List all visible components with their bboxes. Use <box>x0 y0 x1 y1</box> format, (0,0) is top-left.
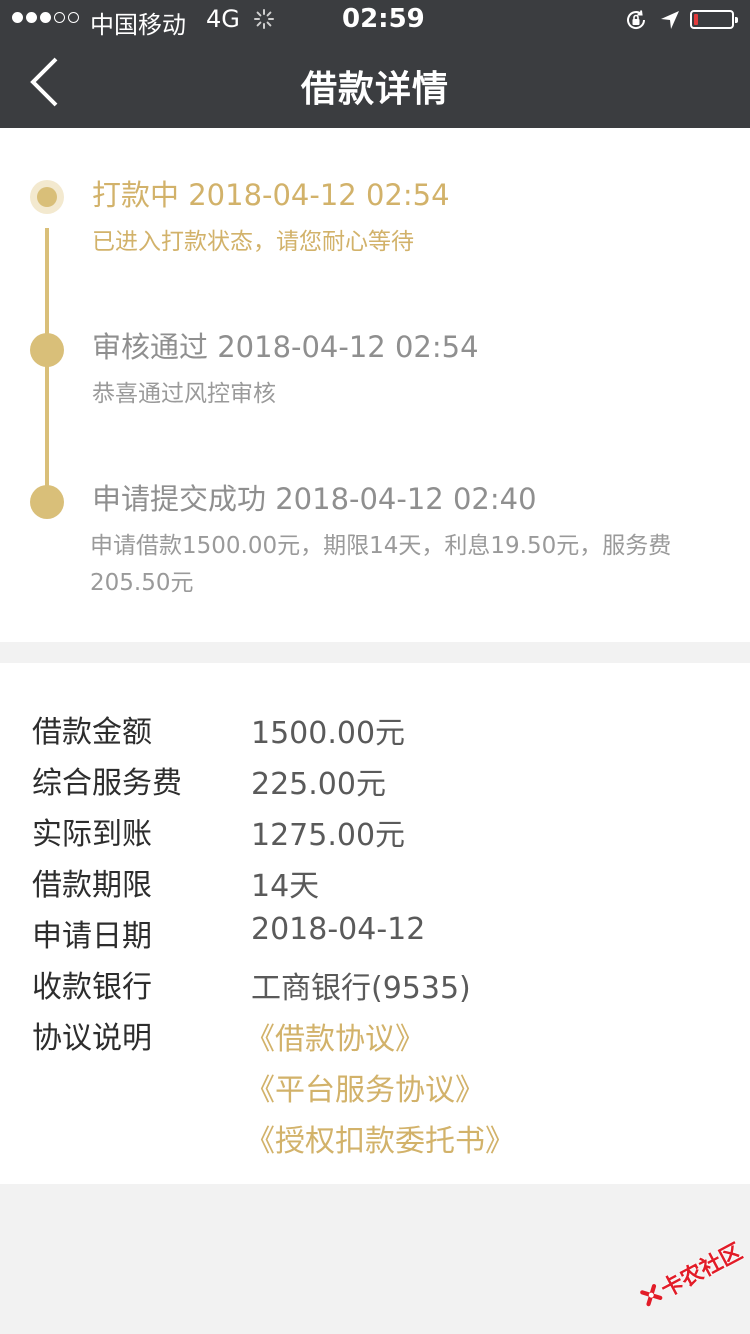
watermark-text: 卡农社区 <box>657 1239 747 1303</box>
agreements-label: 协议说明 <box>32 1021 152 1056</box>
battery-icon <box>690 10 738 29</box>
timeline-desc: 恭喜通过风控审核 <box>92 381 276 407</box>
detail-label: 申请日期 <box>32 919 152 954</box>
debit-authorization-link[interactable]: 《授权扣款委托书》 <box>245 1116 515 1160</box>
timeline-title: 申请提交成功 2018-04-12 02:40 <box>92 482 537 516</box>
status-bar: 中国移动 4G 02:59 <box>0 0 750 40</box>
progress-timeline: 打款中 2018-04-12 02:54 已进入打款状态，请您耐心等待 审核通过… <box>0 128 750 642</box>
timeline-desc: 申请借款1500.00元，期限14天，利息19.50元，服务费205.50元 <box>90 533 672 596</box>
loan-agreement-link[interactable]: 《借款协议》 <box>245 1014 425 1058</box>
platform-service-agreement-link[interactable]: 《平台服务协议》 <box>245 1065 485 1109</box>
timeline-node <box>30 333 64 367</box>
status-time: 02:59 <box>342 4 425 34</box>
timeline-node <box>30 485 64 519</box>
detail-label: 实际到账 <box>32 817 152 852</box>
activity-spinner-icon <box>254 9 274 29</box>
location-arrow-icon <box>661 11 679 29</box>
carrier-name: 中国移动 <box>90 11 186 39</box>
rotation-lock-icon <box>627 10 646 29</box>
detail-value: 工商银行(9535) <box>251 971 471 1006</box>
detail-label: 借款期限 <box>32 868 152 903</box>
page-title: 借款详情 <box>300 69 449 110</box>
detail-label: 综合服务费 <box>32 766 182 801</box>
top-bar: 中国移动 4G 02:59 借款详情 <box>0 0 750 128</box>
signal-strength-icon <box>12 12 79 23</box>
watermark: 卡农社区 <box>628 1222 750 1327</box>
detail-value: 1500.00元 <box>251 716 406 751</box>
timeline-node-current <box>30 180 64 214</box>
battery-level <box>694 14 698 25</box>
detail-value: 2018-04-12 <box>251 912 426 947</box>
detail-label: 收款银行 <box>32 970 152 1005</box>
timeline-title: 审核通过 2018-04-12 02:54 <box>92 330 479 364</box>
detail-value: 1275.00元 <box>251 818 406 853</box>
detail-value: 225.00元 <box>251 767 386 802</box>
network-type: 4G <box>206 5 240 33</box>
loan-details: 借款金额 1500.00元 综合服务费 225.00元 实际到账 1275.00… <box>0 663 750 1184</box>
detail-value: 14天 <box>251 869 320 904</box>
timeline-title: 打款中 2018-04-12 02:54 <box>92 178 450 212</box>
timeline-desc: 已进入打款状态，请您耐心等待 <box>92 229 414 255</box>
detail-label: 借款金额 <box>32 715 152 750</box>
